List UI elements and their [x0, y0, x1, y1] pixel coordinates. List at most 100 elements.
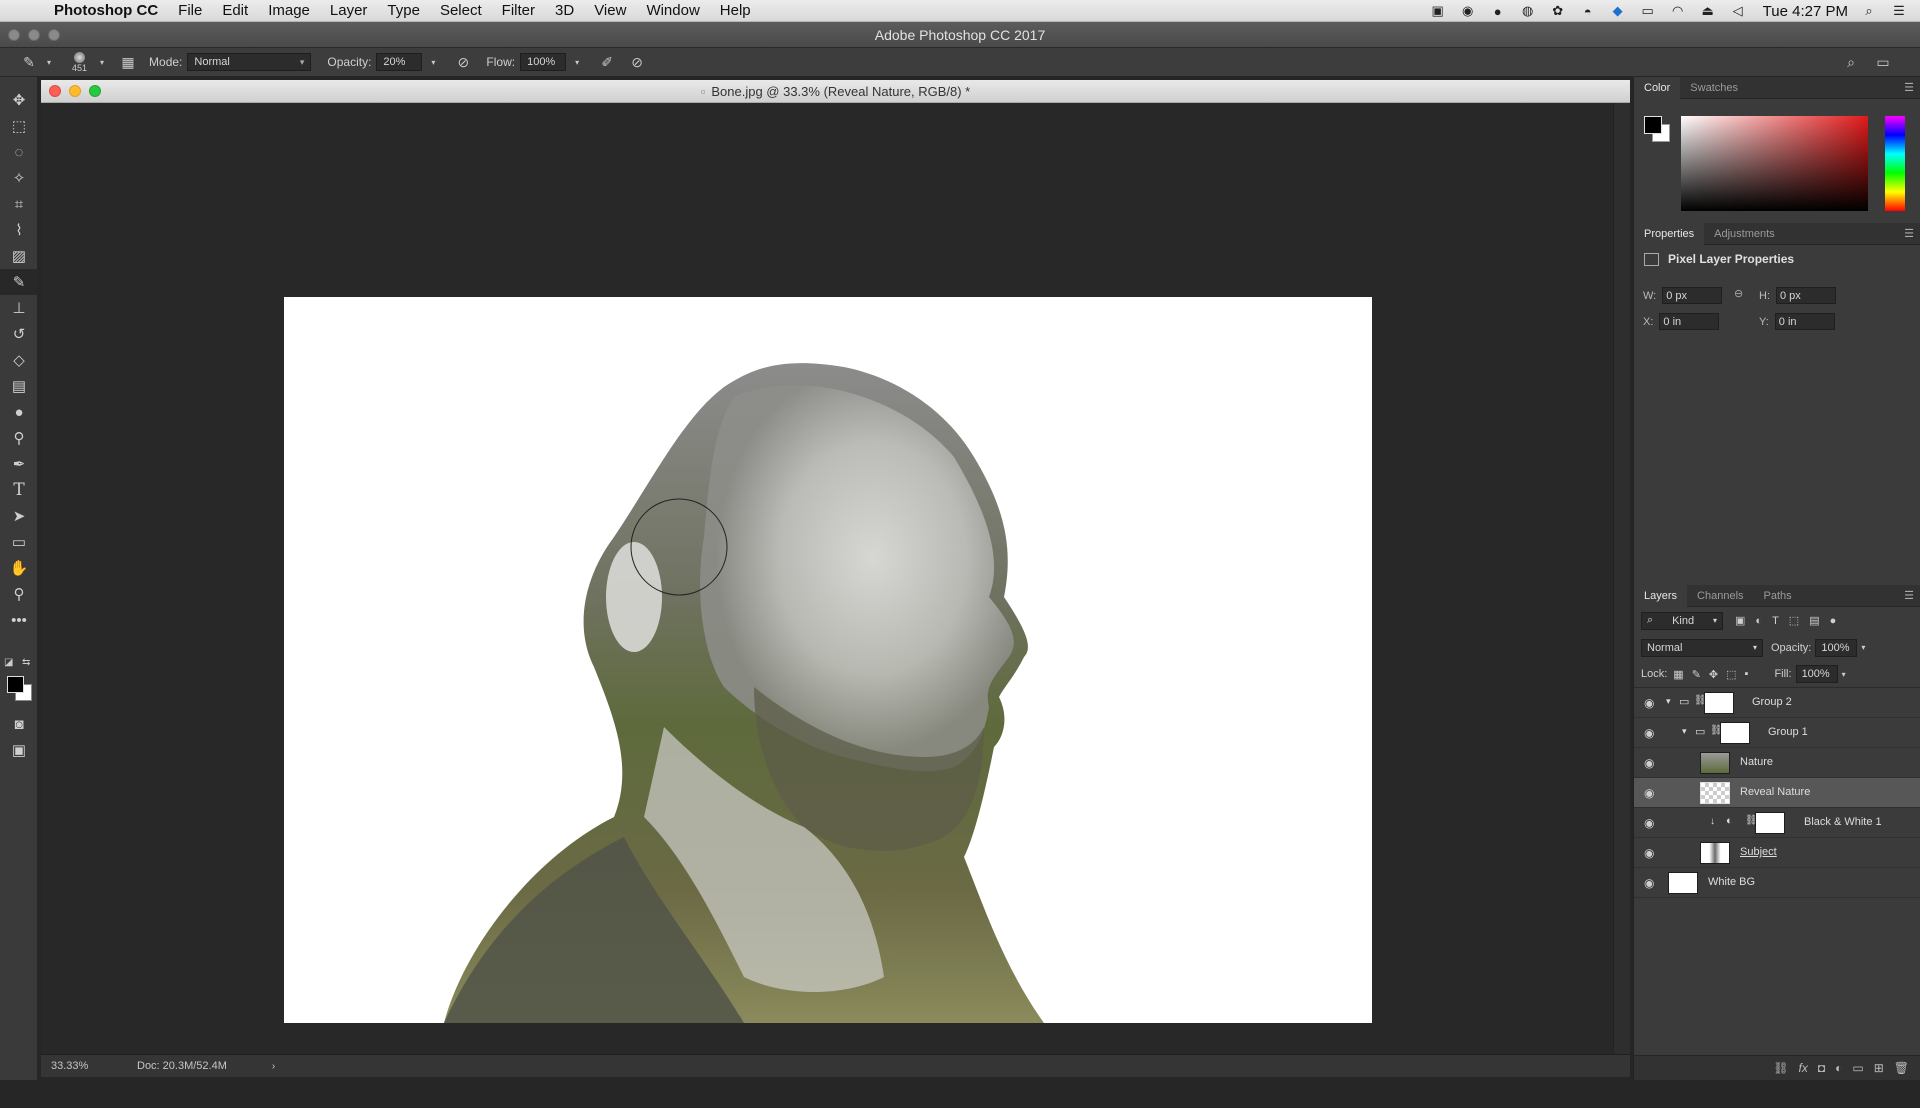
- rectangle-tool-icon[interactable]: ▭: [0, 529, 38, 555]
- brush-size-picker[interactable]: 451: [72, 51, 87, 73]
- panel-menu-icon[interactable]: ☰: [1904, 81, 1914, 94]
- menu-select[interactable]: Select: [430, 2, 492, 19]
- filter-shape-icon[interactable]: ⬚: [1789, 614, 1799, 627]
- height-field[interactable]: 0 px: [1776, 287, 1836, 304]
- brush-panel-toggle-icon[interactable]: ▦: [119, 53, 137, 71]
- eyedropper-tool-icon[interactable]: ⌇: [0, 217, 38, 243]
- zoom-window-icon[interactable]: [48, 29, 60, 41]
- lock-position-icon[interactable]: ✥: [1709, 668, 1718, 681]
- blend-mode-select[interactable]: Normal ▾: [1641, 638, 1763, 657]
- menu-help[interactable]: Help: [710, 2, 761, 19]
- volume-icon[interactable]: ◁: [1729, 3, 1747, 18]
- chevron-down-icon[interactable]: ▾: [40, 53, 58, 71]
- layer-row-white-bg[interactable]: ◉ White BG: [1634, 868, 1920, 898]
- app-tray-icon[interactable]: ◉: [1459, 3, 1477, 18]
- filter-pixel-icon[interactable]: ▣: [1735, 614, 1745, 627]
- vertical-scrollbar[interactable]: [1613, 103, 1630, 1054]
- more-tools-icon[interactable]: •••: [0, 607, 38, 633]
- menu-view[interactable]: View: [584, 2, 636, 19]
- zoom-tool-icon[interactable]: ⚲: [0, 581, 38, 607]
- layer-row-group-1[interactable]: ◉ ▾ ▭ ⛓ Group 1: [1634, 718, 1920, 748]
- sync-icon[interactable]: ✿: [1549, 3, 1567, 18]
- dropbox-icon[interactable]: ◆: [1609, 3, 1627, 18]
- creative-cloud-icon[interactable]: ●: [1489, 4, 1507, 19]
- visibility-eye-icon[interactable]: ◉: [1644, 756, 1654, 770]
- eject-icon[interactable]: ⏏: [1699, 3, 1717, 18]
- menu-3d[interactable]: 3D: [545, 2, 584, 19]
- fill-field[interactable]: 100%: [1795, 665, 1838, 683]
- screen-mode-icon[interactable]: ▣: [0, 737, 38, 763]
- marquee-tool-icon[interactable]: ⬚: [0, 113, 38, 139]
- menubar-clock[interactable]: Tue 4:27 PM: [1763, 3, 1848, 20]
- healing-brush-tool-icon[interactable]: ▨: [0, 243, 38, 269]
- minimize-window-icon[interactable]: [28, 29, 40, 41]
- menu-image[interactable]: Image: [258, 2, 320, 19]
- hand-tool-icon[interactable]: ✋: [0, 555, 38, 581]
- workspace-switcher-icon[interactable]: ▭: [1874, 53, 1892, 71]
- menu-file[interactable]: File: [168, 2, 212, 19]
- filter-toggle-icon[interactable]: ●: [1830, 615, 1837, 627]
- lock-transparency-icon[interactable]: ▦: [1673, 668, 1683, 681]
- menu-window[interactable]: Window: [636, 2, 709, 19]
- layer-thumbnail[interactable]: [1700, 782, 1730, 804]
- close-document-icon[interactable]: [49, 85, 61, 97]
- dodge-tool-icon[interactable]: ⚲: [0, 425, 38, 451]
- layer-row-nature[interactable]: ◉ Nature: [1634, 748, 1920, 778]
- group-mask-thumbnail[interactable]: [1720, 722, 1750, 744]
- document-tab[interactable]: ▫ Bone.jpg @ 33.3% (Reveal Nature, RGB/8…: [41, 80, 1630, 103]
- visibility-eye-icon[interactable]: ◉: [1644, 696, 1654, 710]
- layer-thumbnail[interactable]: [1668, 872, 1698, 894]
- group-mask-thumbnail[interactable]: [1704, 692, 1734, 714]
- type-tool-icon[interactable]: T: [0, 477, 38, 503]
- new-layer-icon[interactable]: ⊞: [1874, 1061, 1884, 1075]
- history-brush-tool-icon[interactable]: ↺: [0, 321, 38, 347]
- brush-tool-icon[interactable]: ✎: [0, 269, 38, 295]
- filter-smart-object-icon[interactable]: ▤: [1809, 614, 1819, 627]
- tab-adjustments[interactable]: Adjustments: [1704, 223, 1785, 245]
- adjustment-mask-thumbnail[interactable]: [1755, 812, 1785, 834]
- gradient-tool-icon[interactable]: ▤: [0, 373, 38, 399]
- x-field[interactable]: 0 in: [1659, 313, 1720, 330]
- add-mask-icon[interactable]: ◘: [1818, 1061, 1825, 1075]
- color-picker-field[interactable]: [1681, 116, 1868, 211]
- panel-menu-icon[interactable]: ☰: [1904, 589, 1914, 602]
- path-selection-tool-icon[interactable]: ➤: [0, 503, 38, 529]
- lock-pixels-icon[interactable]: ✎: [1692, 668, 1701, 681]
- tab-properties[interactable]: Properties: [1634, 222, 1705, 245]
- doc-size-info[interactable]: Doc: 20.3M/52.4M: [137, 1060, 227, 1072]
- tab-channels[interactable]: Channels: [1687, 585, 1753, 607]
- chevron-down-icon[interactable]: ▾: [1861, 643, 1865, 652]
- panel-menu-icon[interactable]: ☰: [1904, 227, 1914, 240]
- flow-field[interactable]: 100%: [520, 53, 567, 71]
- quick-mask-icon[interactable]: ◙: [0, 711, 38, 737]
- new-group-icon[interactable]: ▭: [1852, 1061, 1863, 1075]
- wifi-icon[interactable]: ◠: [1669, 3, 1687, 18]
- link-layers-icon[interactable]: ⛓: [1773, 1061, 1788, 1075]
- menu-layer[interactable]: Layer: [320, 2, 378, 19]
- zoom-level[interactable]: 33.33%: [51, 1060, 137, 1072]
- layer-row-subject[interactable]: ◉ Subject: [1634, 838, 1920, 868]
- tab-color[interactable]: Color: [1634, 76, 1681, 99]
- crop-tool-icon[interactable]: ⌗: [0, 191, 38, 217]
- brush-tool-preset-icon[interactable]: ✎: [20, 53, 38, 71]
- spotlight-search-icon[interactable]: ⌕: [1860, 3, 1878, 18]
- layer-thumbnail[interactable]: [1700, 752, 1730, 774]
- visibility-eye-icon[interactable]: ◉: [1644, 876, 1654, 890]
- hue-slider[interactable]: [1885, 116, 1905, 211]
- swap-colors-icon[interactable]: ⇆: [22, 657, 30, 668]
- menu-type[interactable]: Type: [377, 2, 430, 19]
- display-icon[interactable]: ▭: [1639, 3, 1657, 18]
- search-icon[interactable]: ⌕: [1842, 53, 1860, 71]
- tab-layers[interactable]: Layers: [1634, 584, 1688, 607]
- menu-filter[interactable]: Filter: [492, 2, 545, 19]
- layer-filter-select[interactable]: ⌕ Kind ▾: [1641, 611, 1723, 630]
- close-window-icon[interactable]: [8, 29, 20, 41]
- move-tool-icon[interactable]: ✥: [0, 87, 38, 113]
- delete-layer-icon[interactable]: 🗑: [1894, 1061, 1909, 1075]
- opacity-field[interactable]: 20%: [376, 53, 423, 71]
- lock-all-icon[interactable]: ▪: [1745, 668, 1749, 680]
- status-menu-chevron-icon[interactable]: ›: [272, 1061, 275, 1072]
- blur-tool-icon[interactable]: ●: [0, 399, 38, 425]
- layer-row-reveal-nature[interactable]: ◉ Reveal Nature: [1634, 778, 1920, 808]
- mode-select[interactable]: Normal ▾: [187, 53, 312, 71]
